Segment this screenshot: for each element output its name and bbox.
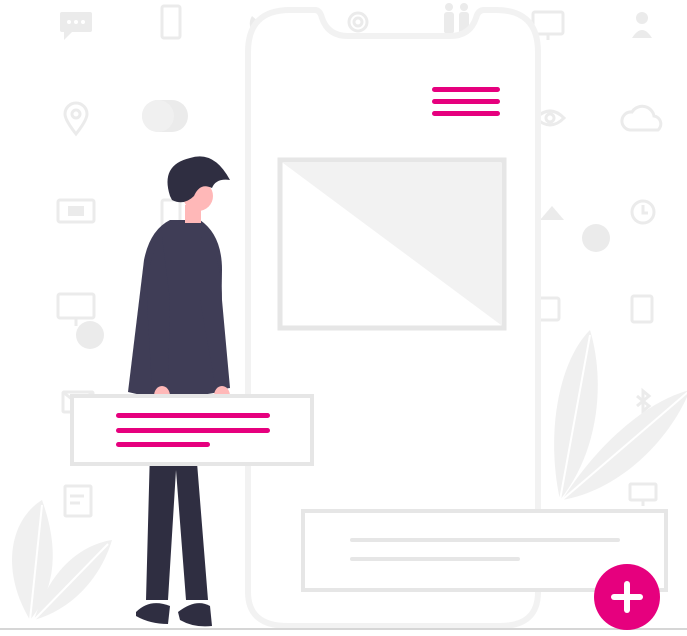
user-icon xyxy=(632,12,652,38)
desktop-icon xyxy=(56,292,104,349)
leaf-right xyxy=(554,330,687,501)
toggle-icon xyxy=(142,100,188,132)
add-button[interactable] xyxy=(594,564,660,630)
clock-icon xyxy=(630,199,656,225)
carried-card xyxy=(70,394,314,466)
illustration-scene xyxy=(0,0,687,631)
mobile-icon xyxy=(160,4,182,40)
cloud-icon xyxy=(620,104,663,132)
person xyxy=(128,156,230,627)
bluetooth-icon xyxy=(636,387,652,415)
location-pin-icon xyxy=(63,101,89,137)
at-sign-icon xyxy=(347,11,369,33)
edit-document-icon xyxy=(63,484,93,518)
screen-icon xyxy=(56,198,96,224)
menu-icon[interactable] xyxy=(432,87,500,116)
image-placeholder xyxy=(277,157,507,331)
leaf-left xyxy=(12,500,112,621)
chat-icon xyxy=(60,12,92,40)
tablet-icon xyxy=(630,294,654,324)
